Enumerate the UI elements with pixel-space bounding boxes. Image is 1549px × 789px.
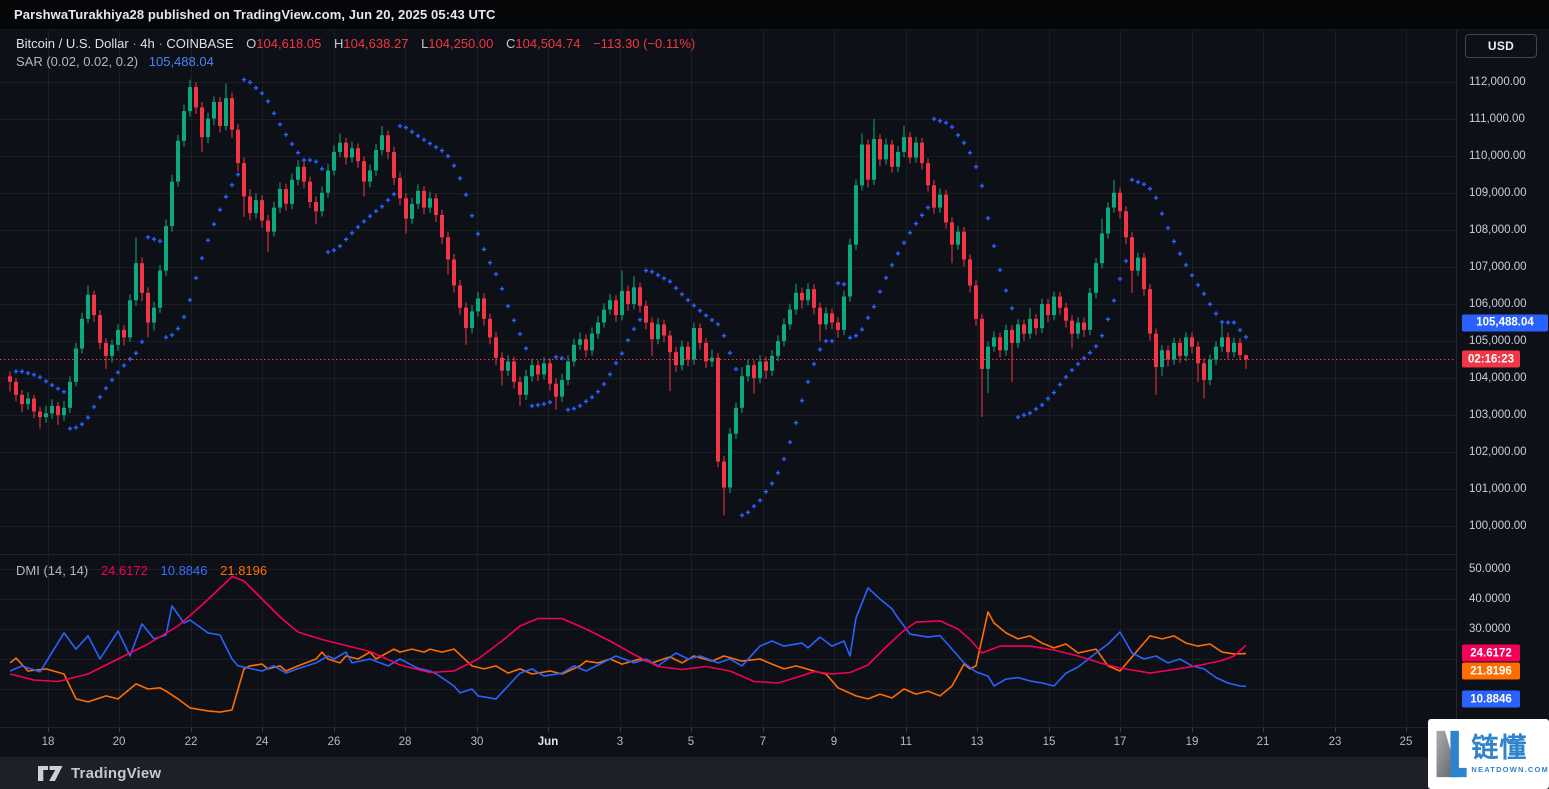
close-value: 104,504.74: [515, 36, 580, 51]
price-axis-label: 100,000.00: [1469, 520, 1527, 532]
low-value: 104,250.00: [428, 36, 493, 51]
time-axis-tick: [1120, 728, 1121, 732]
tradingview-wordmark: TradingView: [71, 765, 161, 782]
dmi-value-badge: 24.6172: [1462, 645, 1520, 662]
dmi-axis-label: 30.0000: [1469, 623, 1511, 635]
price-axis-label: 101,000.00: [1469, 483, 1527, 495]
close-label: C: [506, 36, 515, 51]
time-axis-tick: [834, 728, 835, 732]
interval-label: 4h: [140, 36, 154, 51]
time-axis-tick: [1335, 728, 1336, 732]
dmi-minus-di-value: 21.8196: [220, 563, 267, 578]
neatdown-logo-icon: [1435, 723, 1467, 785]
dmi-plus-di-value: 10.8846: [161, 563, 208, 578]
time-axis-tick: [191, 728, 192, 732]
time-axis-tick: [977, 728, 978, 732]
time-axis-tick: [334, 728, 335, 732]
time-axis-label: Jun: [538, 736, 558, 748]
countdown-badge: 02:16:23: [1462, 351, 1520, 368]
time-axis-tick: [262, 728, 263, 732]
high-label: H: [334, 36, 343, 51]
time-axis-tick: [691, 728, 692, 732]
time-axis-label: 15: [1043, 736, 1056, 748]
dmi-value-badge: 21.8196: [1462, 663, 1520, 680]
dmi-axis-label: 50.0000: [1469, 563, 1511, 575]
price-chart-canvas[interactable]: [0, 30, 1456, 758]
watermark-title: 链懂: [1471, 734, 1549, 762]
price-axis-label: 105,000.00: [1469, 335, 1527, 347]
dmi-label: DMI (14, 14): [16, 563, 88, 578]
time-axis-tick: [763, 728, 764, 732]
attribution-bar: ParshwaTurakhiya28 published on TradingV…: [0, 0, 1549, 29]
dmi-value-badge: 10.8846: [1462, 691, 1520, 708]
currency-toggle-button[interactable]: USD: [1465, 34, 1537, 58]
time-axis-label: 7: [760, 736, 766, 748]
neatdown-watermark[interactable]: 链懂 NEATDOWN.COM: [1428, 719, 1549, 789]
sar-value: 105,488.04: [149, 54, 214, 69]
time-axis-tick: [405, 728, 406, 732]
price-axis-label: 112,000.00: [1469, 76, 1526, 88]
time-axis-label: 3: [617, 736, 623, 748]
price-axis-label: 107,000.00: [1469, 261, 1527, 273]
time-axis-label: 9: [831, 736, 837, 748]
time-axis-tick: [1406, 728, 1407, 732]
time-axis-tick: [548, 728, 549, 732]
time-axis-label: 30: [471, 736, 484, 748]
price-axis-label: 110,000.00: [1469, 150, 1526, 162]
dmi-adx-value: 24.6172: [101, 563, 148, 578]
dmi-indicator-row: DMI (14, 14) 24.6172 10.8846 21.8196: [16, 563, 267, 578]
time-axis-tick: [906, 728, 907, 732]
sar-value-badge: 105,488.04: [1462, 314, 1548, 331]
sar-indicator-row: SAR (0.02, 0.02, 0.2) 105,488.04: [16, 54, 214, 69]
tradingview-logo-link[interactable]: TradingView: [38, 765, 161, 782]
time-axis-label: 28: [399, 736, 412, 748]
price-axis-label: 102,000.00: [1469, 446, 1527, 458]
price-axis-label: 104,000.00: [1469, 372, 1527, 384]
price-axis-label: 108,000.00: [1469, 224, 1527, 236]
chart-widget: Bitcoin / U.S. Dollar · 4h · COINBASE O1…: [0, 29, 1549, 757]
time-axis-tick: [620, 728, 621, 732]
price-axis[interactable]: USD 112,000.00 111,000.00 110,000.00 109,00…: [1457, 30, 1549, 758]
time-axis-tick: [477, 728, 478, 732]
symbol-header: Bitcoin / U.S. Dollar · 4h · COINBASE O1…: [16, 36, 695, 51]
time-axis-tick: [1192, 728, 1193, 732]
price-axis-label: 106,000.00: [1469, 298, 1527, 310]
price-axis-label: 111,000.00: [1469, 113, 1525, 125]
time-axis-tick: [48, 728, 49, 732]
open-value: 104,618.05: [256, 36, 321, 51]
time-axis-tick: [1049, 728, 1050, 732]
open-label: O: [246, 36, 256, 51]
time-axis-label: 23: [1329, 736, 1342, 748]
price-axis-label: 109,000.00: [1469, 187, 1527, 199]
time-axis-label: 21: [1257, 736, 1270, 748]
time-axis-label: 13: [971, 736, 984, 748]
time-axis-label: 24: [256, 736, 269, 748]
sar-label: SAR (0.02, 0.02, 0.2): [16, 54, 138, 69]
time-axis-label: 25: [1400, 736, 1413, 748]
watermark-subtitle: NEATDOWN.COM: [1471, 765, 1549, 774]
time-axis-label: 18: [42, 736, 55, 748]
price-axis-label: 103,000.00: [1469, 409, 1527, 421]
time-axis-label: 5: [688, 736, 694, 748]
tradingview-icon: [38, 766, 63, 781]
attribution-text: ParshwaTurakhiya28 published on TradingV…: [14, 7, 496, 22]
change-value: −113.30 (−0.11%): [593, 36, 695, 51]
exchange-label: COINBASE: [166, 36, 233, 51]
time-axis-label: 11: [900, 736, 912, 748]
high-value: 104,638.27: [343, 36, 408, 51]
time-axis-label: 22: [185, 736, 198, 748]
time-axis-label: 17: [1114, 736, 1127, 748]
time-axis-label: 26: [328, 736, 341, 748]
time-axis-tick: [1263, 728, 1264, 732]
time-axis-label: 20: [113, 736, 126, 748]
dmi-axis-label: 40.0000: [1469, 593, 1511, 605]
time-axis[interactable]: 18 20 22 24 26 28 30 Jun 3 5 7 9 11 13 15 17 19 21 23 25: [0, 727, 1549, 758]
time-axis-tick: [119, 728, 120, 732]
symbol-title: Bitcoin / U.S. Dollar: [16, 36, 129, 51]
time-axis-label: 19: [1186, 736, 1199, 748]
bottom-bar: TradingView: [0, 757, 1549, 789]
